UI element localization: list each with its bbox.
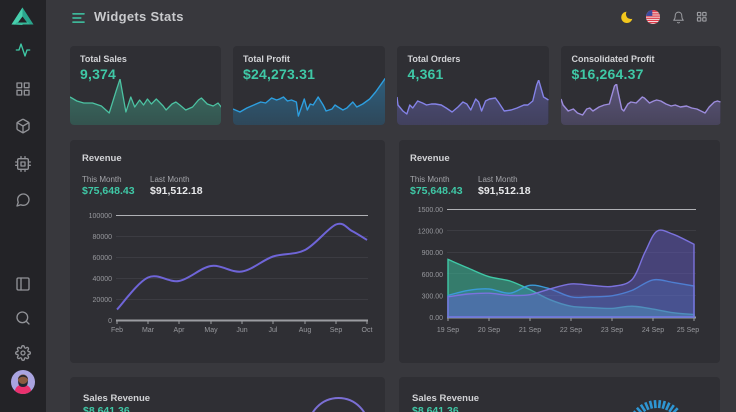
svg-text:23 Sep: 23 Sep [601, 327, 623, 334]
svg-text:Mar: Mar [142, 327, 155, 334]
svg-text:Apr: Apr [174, 327, 186, 334]
svg-text:20000: 20000 [93, 297, 113, 304]
svg-text:Jun: Jun [236, 327, 247, 334]
svg-text:25 Sep: 25 Sep [677, 327, 699, 334]
svg-text:0: 0 [108, 318, 112, 325]
svg-text:1500.00: 1500.00 [418, 207, 443, 214]
svg-text:Aug: Aug [299, 327, 312, 334]
svg-text:80000: 80000 [93, 234, 113, 241]
svg-text:900.00: 900.00 [422, 250, 444, 257]
svg-text:60000: 60000 [93, 255, 113, 262]
svg-text:600.00: 600.00 [422, 272, 444, 279]
svg-text:21 Sep: 21 Sep [519, 327, 541, 334]
svg-text:Sep: Sep [330, 327, 343, 334]
svg-text:0.00: 0.00 [429, 315, 443, 322]
svg-text:20 Sep: 20 Sep [478, 327, 500, 334]
svg-text:300.00: 300.00 [422, 293, 444, 300]
svg-text:May: May [204, 327, 218, 334]
svg-text:22 Sep: 22 Sep [560, 327, 582, 334]
svg-text:24 Sep: 24 Sep [642, 327, 664, 334]
svg-text:19 Sep: 19 Sep [437, 327, 459, 334]
svg-text:Jul: Jul [269, 327, 278, 334]
svg-text:40000: 40000 [93, 276, 113, 283]
svg-text:Oct: Oct [362, 327, 373, 334]
svg-text:100000: 100000 [89, 213, 112, 220]
svg-text:1200.00: 1200.00 [418, 229, 443, 236]
svg-text:Feb: Feb [111, 327, 123, 334]
